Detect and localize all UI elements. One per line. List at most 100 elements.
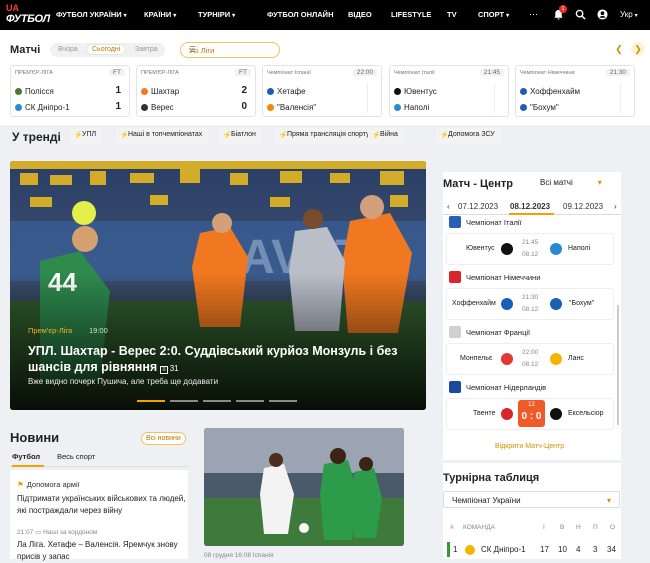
news-headline[interactable]: Ла Ліга. Хетафе – Валенсія. Яремчук знов… — [17, 539, 187, 563]
prev-arrow-icon[interactable]: ❮ — [612, 42, 626, 56]
league-logo-icon — [449, 381, 461, 393]
slide-indicator[interactable] — [137, 400, 165, 402]
col-header: В — [560, 524, 565, 531]
date-prev-arrow-icon[interactable]: ‹ — [447, 202, 450, 211]
col-header: І — [543, 524, 545, 531]
nav-lifestyle[interactable]: LIFESTYLE — [391, 10, 431, 19]
user-icon[interactable] — [597, 9, 608, 23]
chevron-down-icon: ▾ — [232, 13, 236, 19]
slide-indicator[interactable] — [269, 400, 297, 402]
chevron-down-icon: ▾ — [597, 178, 602, 187]
match-card[interactable]: Чемпіонат Німеччини 21:30 Хоффенхайм "Бохум… — [515, 65, 635, 117]
date-tab-active[interactable]: 08.12.2023 — [510, 202, 550, 211]
league-name[interactable]: Чемпіонат Німеччини — [466, 273, 540, 282]
top-nav-bar: UA ФУТБОЛ ФУТБОЛ УКРАЇНИ ▾ КРАЇНИ ▾ ТУРНІР… — [0, 0, 650, 30]
open-match-center-link[interactable]: Відкрити Матч-Центр — [495, 443, 564, 450]
team-crest-icon — [501, 298, 513, 310]
match-card[interactable]: ПРЕМ'ЄР-ЛІГА FT Полісся СК Дніпро-1 1 1 — [10, 65, 130, 117]
trend-chip[interactable]: ⚡ Війна — [368, 128, 404, 144]
trend-chip[interactable]: ⚡ УПЛ — [70, 128, 103, 144]
league-logo-icon — [449, 326, 461, 338]
trend-chip[interactable]: ⚡ Пряма трансляція спорту — [275, 128, 376, 144]
tab-today[interactable]: Сьогодні — [86, 44, 127, 55]
all-news-button[interactable]: Всі новини — [141, 432, 186, 445]
divider — [494, 83, 495, 113]
match-filter-select[interactable]: Всі матчі ▾ — [540, 178, 602, 187]
site-logo[interactable]: UA ФУТБОЛ — [6, 4, 50, 26]
more-dots-icon[interactable]: ⋯ — [529, 9, 538, 20]
table-cell: 3 — [593, 545, 598, 554]
league-select[interactable]: Чемпіонат України ▾ — [443, 491, 620, 508]
date-tab[interactable]: 07.12.2023 — [458, 202, 498, 211]
date-next-arrow-icon[interactable]: › — [614, 202, 617, 211]
nav-tv[interactable]: TV — [447, 10, 457, 19]
hero-slider[interactable]: AVET 44 Прем'єр-Ліга 19:00 УПЛ. Шахтар -… — [10, 161, 426, 410]
news-photo[interactable] — [204, 428, 404, 546]
home-team: Твенте — [473, 410, 496, 417]
standings-title: Турнірна таблиця — [443, 472, 540, 484]
slide-indicator[interactable] — [203, 400, 231, 402]
home-team: Монпельє — [460, 355, 493, 362]
table-cell-team[interactable]: СК Дніпро-1 — [481, 545, 526, 554]
hero-headline-text: УПЛ. Шахтар - Верес 2:0. Суддівський кур… — [28, 344, 398, 374]
col-header: Н — [576, 524, 581, 531]
team-crest-icon — [550, 298, 562, 310]
team-crest-icon — [501, 408, 513, 420]
trend-chip[interactable]: ⚡ Біатлон — [219, 128, 262, 144]
next-arrow-icon[interactable]: ❯ — [631, 42, 645, 56]
team-crest-icon — [394, 104, 401, 111]
news-headline[interactable]: Підтримати українських військових та люд… — [17, 493, 187, 517]
nav-football-online[interactable]: ФУТБОЛ ОНЛАЙН — [267, 10, 333, 19]
date-tab[interactable]: 09.12.2023 — [563, 202, 603, 211]
hero-headline[interactable]: УПЛ. Шахтар - Верес 2:0. Суддівський кур… — [28, 343, 408, 378]
away-team: Ланс — [568, 355, 584, 362]
live-score-badge[interactable]: 12 0 : 0 — [518, 400, 545, 427]
away-score: 1 — [115, 101, 121, 112]
slide-indicator[interactable] — [236, 400, 264, 402]
divider — [367, 83, 368, 113]
team-crest-icon — [550, 408, 562, 420]
league-name[interactable]: Чемпіонат Франції — [466, 328, 530, 337]
home-team: Хетафе — [277, 87, 306, 96]
league-filter-select[interactable]: Усі Ліги ☰ — [180, 42, 280, 58]
tab-football[interactable]: Футбол — [12, 452, 40, 461]
chevron-down-icon: ▾ — [123, 13, 127, 19]
nav-ukraine-football[interactable]: ФУТБОЛ УКРАЇНИ ▾ — [56, 10, 127, 19]
nav-video[interactable]: ВІДЕО — [348, 10, 372, 19]
live-minute: 12 — [528, 402, 535, 408]
home-team: Хоффенхайм — [452, 300, 496, 307]
match-date: 08.12 — [522, 306, 539, 313]
slide-indicator[interactable] — [170, 400, 198, 402]
league-name[interactable]: Чемпіонат Італії — [466, 218, 522, 227]
chevron-down-icon: ▾ — [634, 13, 638, 19]
language-selector[interactable]: Укр ▾ — [620, 10, 638, 19]
match-card[interactable]: Чемпіонат Італії 21:45 Ювентус Наполі — [389, 65, 509, 117]
trend-chip[interactable]: ⚡ Допомога ЗСУ — [436, 128, 501, 144]
tab-all-sport[interactable]: Весь спорт — [57, 452, 95, 461]
tab-yesterday[interactable]: Вчора — [58, 46, 78, 53]
notification-badge: 1 — [559, 5, 567, 13]
league-name[interactable]: Чемпіонат Нідерландів — [466, 383, 546, 392]
hero-category-tag[interactable]: Прем'єр-Ліга — [28, 326, 72, 335]
team-crest-icon — [501, 243, 513, 255]
tab-tomorrow[interactable]: Завтра — [135, 46, 158, 53]
search-icon[interactable] — [575, 9, 586, 23]
trends-title: У тренді — [12, 130, 61, 144]
match-card[interactable]: ПРЕМ'ЄР-ЛІГА FT Шахтар Верес 2 0 — [136, 65, 256, 117]
table-cell-pos: 1 — [453, 545, 458, 554]
home-team: Хоффенхайм — [530, 87, 581, 96]
trend-chip[interactable]: ⚡ Наші в топчемпіонатах — [116, 128, 209, 144]
match-league: Чемпіонат Іспанії — [267, 70, 311, 76]
chevron-down-icon: ▾ — [173, 13, 177, 19]
nav-countries[interactable]: КРАЇНИ ▾ — [144, 10, 176, 19]
matches-title: Матчі — [10, 44, 41, 56]
nav-sport[interactable]: СПОРТ ▾ — [478, 10, 509, 19]
match-status: 21:45 — [479, 69, 504, 76]
home-team: Полісся — [25, 87, 54, 96]
bolt-icon: ⚡ — [372, 132, 381, 139]
home-team: Шахтар — [151, 87, 180, 96]
news-category[interactable]: ⚑ Допомога армії — [17, 480, 80, 489]
scrollbar[interactable] — [617, 305, 619, 425]
nav-tournaments[interactable]: ТУРНІРИ ▾ — [198, 10, 235, 19]
match-card[interactable]: Чемпіонат Іспанії 22:00 Хетафе "Валенсія" — [262, 65, 382, 117]
